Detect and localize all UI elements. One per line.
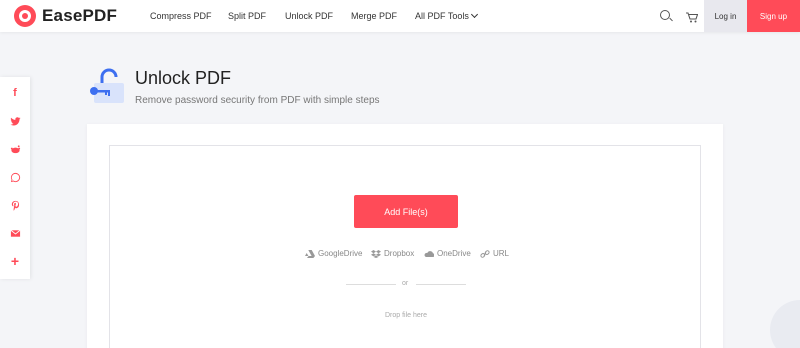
link-icon (480, 249, 490, 258)
nav-all-pdf-tools-label: All PDF Tools (415, 11, 469, 21)
dropbox-label: Dropbox (384, 249, 415, 258)
email-icon[interactable] (0, 219, 30, 247)
onedrive-source[interactable]: OneDrive (424, 249, 471, 258)
page-title: Unlock PDF (135, 68, 232, 88)
search-icon[interactable] (660, 10, 670, 20)
onedrive-icon (424, 250, 434, 257)
onedrive-label: OneDrive (437, 249, 471, 258)
nav-compress-pdf[interactable]: Compress PDF (150, 11, 212, 21)
signup-button[interactable]: Sign up (747, 0, 800, 32)
cart-icon[interactable] (686, 10, 699, 23)
file-dropzone[interactable]: Add File(s) GoogleDrive Dropbox OneDrive… (109, 145, 701, 348)
url-label: URL (493, 249, 510, 258)
nav-unlock-pdf[interactable]: Unlock PDF (285, 11, 333, 21)
page-subtitle: Remove password security from PDF with s… (135, 95, 380, 106)
googledrive-icon (305, 249, 315, 258)
nav-all-pdf-tools[interactable]: All PDF Tools (415, 10, 478, 21)
whatsapp-icon[interactable] (0, 163, 30, 191)
url-source[interactable]: URL (480, 249, 509, 258)
chevron-down-icon (470, 10, 478, 19)
logo-icon (14, 5, 36, 27)
dropbox-icon (371, 249, 381, 258)
upload-card: Add File(s) GoogleDrive Dropbox OneDrive… (87, 124, 723, 348)
googledrive-source[interactable]: GoogleDrive (305, 249, 362, 258)
reddit-icon[interactable] (0, 135, 30, 163)
nav-split-pdf[interactable]: Split PDF (228, 11, 266, 21)
twitter-icon[interactable] (0, 107, 30, 135)
brand-logo[interactable]: EasePDF (14, 5, 117, 27)
add-files-button[interactable]: Add File(s) (354, 195, 458, 228)
top-header: EasePDF Compress PDF Split PDF Unlock PD… (0, 0, 800, 32)
facebook-icon[interactable]: f (0, 79, 30, 107)
background-decoration (770, 300, 800, 348)
social-share-bar: f + (0, 77, 30, 279)
login-button[interactable]: Log in (704, 0, 747, 32)
divider-left (346, 284, 396, 285)
dropbox-source[interactable]: Dropbox (371, 249, 414, 258)
divider-right (416, 284, 466, 285)
nav-merge-pdf[interactable]: Merge PDF (351, 11, 397, 21)
unlock-icon (88, 67, 126, 105)
plus-icon[interactable]: + (0, 247, 30, 275)
brand-name: EasePDF (42, 6, 118, 25)
drop-hint: Drop file here (384, 312, 428, 319)
or-label: or (402, 280, 409, 287)
pinterest-icon[interactable] (0, 191, 30, 219)
file-sources: GoogleDrive Dropbox OneDrive URL (110, 249, 702, 261)
googledrive-label: GoogleDrive (318, 249, 363, 258)
